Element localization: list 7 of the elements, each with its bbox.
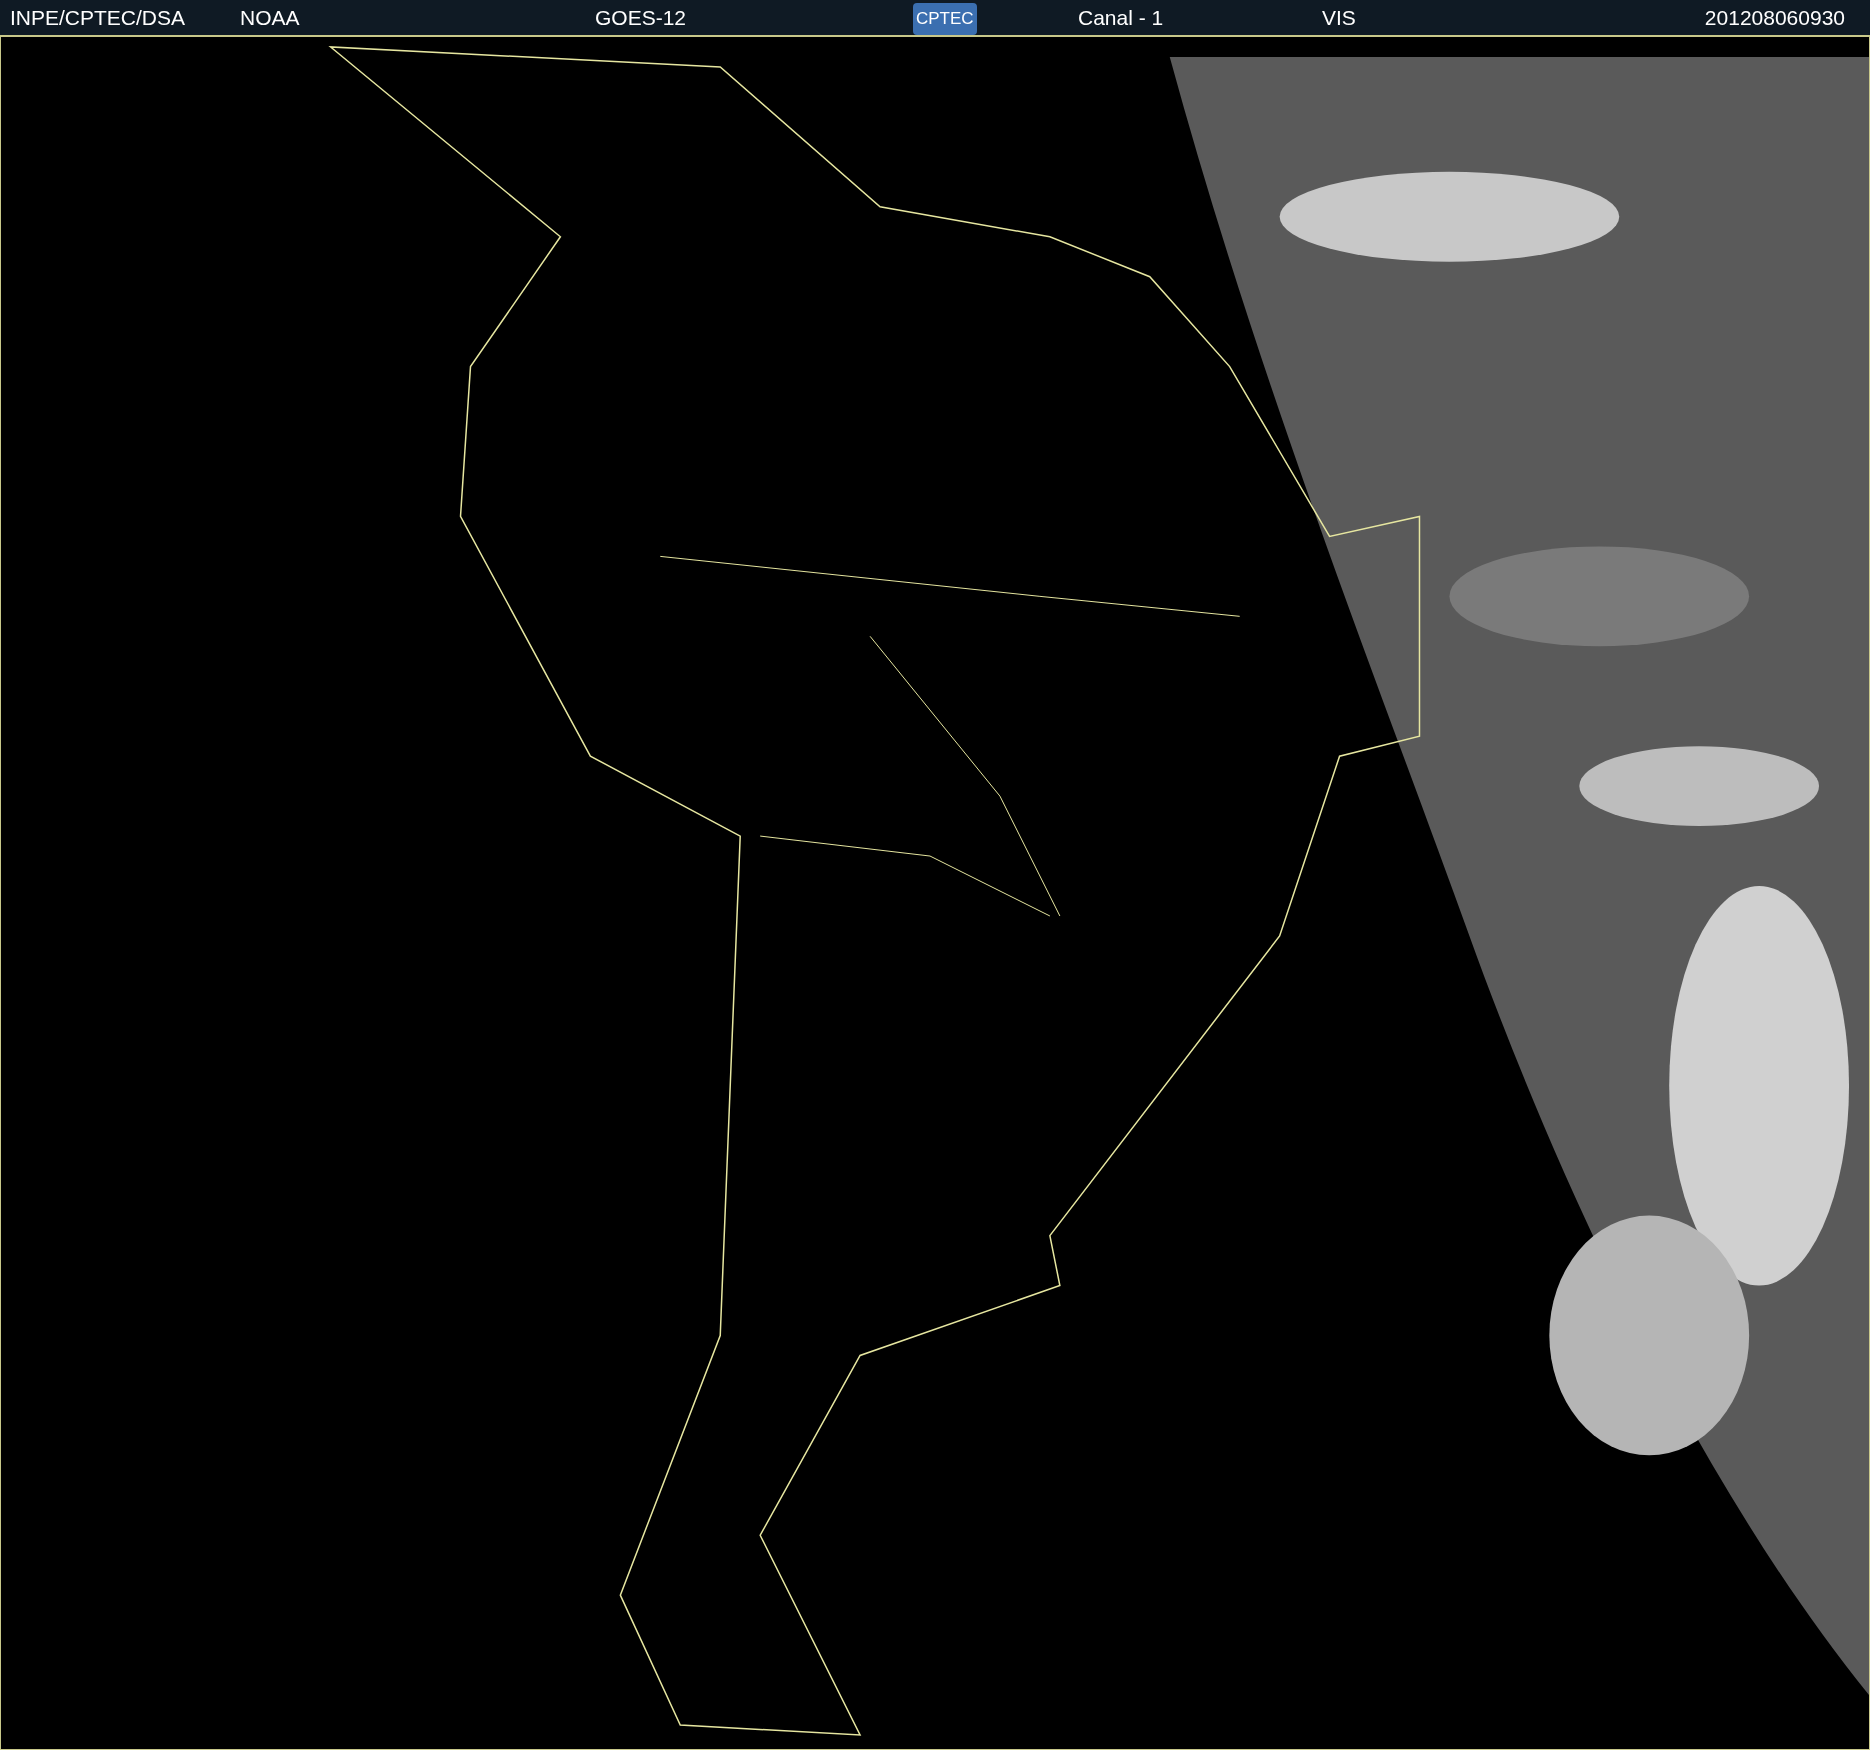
logo: CPTEC [913,2,977,35]
band-label: VIS [1322,5,1356,29]
agency-label: INPE/CPTEC/DSA [10,5,186,29]
agency-label: NOAA [240,5,300,29]
timestamp: 201208060930 [1704,5,1845,29]
channel-label: Canal - 1 [1078,5,1164,29]
satellite-label: GOES-12 [595,5,687,29]
